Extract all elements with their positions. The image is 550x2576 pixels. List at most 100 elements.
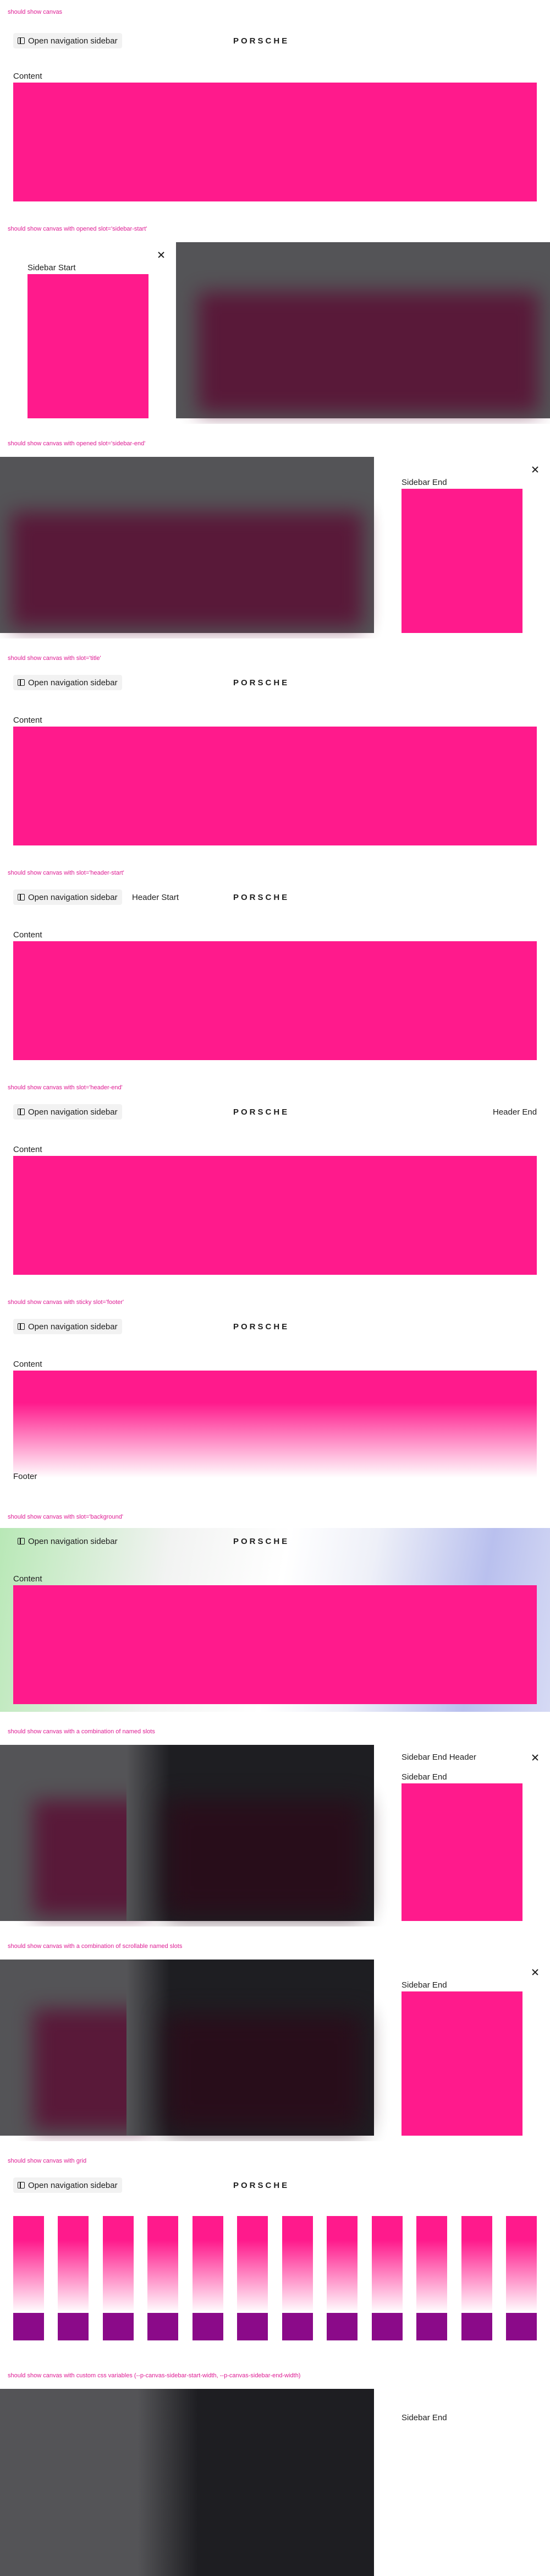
sidebar-icon: [18, 2182, 25, 2188]
section-title: should show canvas with grid: [8, 2158, 87, 2164]
nav-button-label: Open navigation sidebar: [28, 1322, 118, 1331]
section-title: should show canvas with slot='background…: [8, 1514, 123, 1520]
backdrop-blend: [127, 1960, 170, 2136]
grid-column-footer: [282, 2313, 313, 2340]
close-icon[interactable]: [528, 1750, 542, 1765]
content-area: [13, 1585, 537, 1704]
open-navigation-sidebar-button[interactable]: Open navigation sidebar: [13, 1533, 122, 1549]
grid-column-fill: [237, 2216, 268, 2313]
nav-button-label: Open navigation sidebar: [28, 1536, 118, 1546]
grid-column-fill: [13, 2216, 44, 2313]
section-sidebar-start: should show canvas with opened slot='sid…: [0, 215, 550, 424]
grid-column-footer: [147, 2313, 179, 2340]
open-navigation-sidebar-button[interactable]: Open navigation sidebar: [13, 2177, 122, 2193]
grid-column-footer: [416, 2313, 448, 2340]
sidebar-end-content: [402, 489, 522, 633]
section-combination-named-slots: should show canvas with a combination of…: [0, 1717, 550, 1926]
porsche-logo[interactable]: PORSCHE: [233, 678, 289, 687]
section-title: should show canvas with slot='header-end…: [8, 1084, 123, 1091]
grid-columns: [0, 2216, 550, 2343]
sidebar-icon: [18, 1323, 25, 1330]
content-area: [13, 1156, 537, 1275]
sidebar-start-label: Sidebar Start: [28, 263, 76, 272]
sidebar-icon: [18, 679, 25, 686]
nav-button-label: Open navigation sidebar: [28, 892, 118, 902]
grid-column-footer: [327, 2313, 358, 2340]
sidebar-end-label: Sidebar End: [402, 478, 447, 487]
dimmed-content: [11, 512, 363, 627]
section-title: should show canvas with opened slot='sid…: [8, 440, 146, 447]
close-icon[interactable]: [528, 462, 542, 477]
nav-button-label: Open navigation sidebar: [28, 2180, 118, 2190]
grid-column-fill: [327, 2216, 358, 2313]
content-label: Content: [13, 716, 42, 725]
section-background: should show canvas with slot='background…: [0, 1503, 550, 1712]
close-icon[interactable]: [154, 248, 168, 262]
open-navigation-sidebar-button[interactable]: Open navigation sidebar: [13, 33, 122, 48]
grid-column-footer: [237, 2313, 268, 2340]
sidebar-icon: [18, 894, 25, 900]
porsche-logo[interactable]: PORSCHE: [233, 1107, 289, 1117]
nav-button-label: Open navigation sidebar: [28, 678, 118, 687]
grid-column-footer: [506, 2313, 537, 2340]
porsche-logo[interactable]: PORSCHE: [233, 36, 289, 46]
dimmed-content: [165, 2015, 363, 2130]
section-title: should show canvas with a combination of…: [8, 1943, 183, 1950]
sidebar-end-content: [402, 1783, 522, 1921]
grid-column-fill: [58, 2216, 89, 2313]
grid-column-footer: [461, 2313, 492, 2340]
content-area: [13, 941, 537, 1060]
sidebar-end-label: Sidebar End: [402, 2413, 447, 2422]
section-sticky-footer: should show canvas with sticky slot='foo…: [0, 1288, 550, 1497]
section-title: should show canvas with opened slot='sid…: [8, 226, 147, 232]
section-grid: should show canvas with grid Open naviga…: [0, 2147, 550, 2356]
content-area: [13, 1371, 537, 1478]
sidebar-end-content: [402, 1991, 522, 2136]
section-combination-scrollable-slots: should show canvas with a combination of…: [0, 1932, 550, 2141]
section-title: should show canvas with slot='header-sta…: [8, 870, 124, 876]
section-title: should show canvas with a combination of…: [8, 1728, 155, 1735]
porsche-logo[interactable]: PORSCHE: [233, 2181, 289, 2190]
open-navigation-sidebar-button[interactable]: Open navigation sidebar: [13, 889, 122, 905]
header-end-label: Header End: [493, 1107, 537, 1117]
open-navigation-sidebar-button[interactable]: Open navigation sidebar: [13, 1319, 122, 1334]
grid-column-fill: [416, 2216, 448, 2313]
grid-column-fill: [102, 2216, 134, 2313]
content-label: Content: [13, 72, 42, 81]
dimmed-content: [165, 1800, 363, 1915]
grid-column-fill: [192, 2216, 223, 2313]
sidebar-icon: [18, 37, 25, 44]
section-title: should show canvas with sticky slot='foo…: [8, 1299, 124, 1306]
content-area: [13, 727, 537, 845]
dimmed-content: [198, 292, 539, 413]
grid-column-footer: [192, 2313, 223, 2340]
sidebar-icon: [18, 1109, 25, 1115]
grid-column-fill: [371, 2216, 403, 2313]
porsche-logo[interactable]: PORSCHE: [233, 893, 289, 902]
grid-column-fill: [461, 2216, 492, 2313]
close-icon[interactable]: [528, 1965, 542, 1979]
section-title: should show canvas with custom css varia…: [8, 2372, 301, 2379]
section-canvas: should show canvas Open navigation sideb…: [0, 0, 550, 209]
sidebar-start-content: [28, 274, 148, 418]
open-navigation-sidebar-button[interactable]: Open navigation sidebar: [13, 675, 122, 690]
open-navigation-sidebar-button[interactable]: Open navigation sidebar: [13, 1104, 122, 1120]
nav-button-label: Open navigation sidebar: [28, 36, 118, 46]
content-area: [13, 83, 537, 201]
sidebar-end-label: Sidebar End: [402, 1980, 447, 1990]
sidebar-icon: [18, 1538, 25, 1544]
backdrop-blend: [138, 2389, 198, 2576]
porsche-logo[interactable]: PORSCHE: [233, 1322, 289, 1331]
sidebar-end-header-label: Sidebar End Header: [402, 1753, 476, 1762]
content-label: Content: [13, 930, 42, 940]
nav-button-label: Open navigation sidebar: [28, 1107, 118, 1117]
grid-column-footer: [102, 2313, 134, 2340]
content-label: Content: [13, 1360, 42, 1369]
content-label: Content: [13, 1145, 42, 1154]
section-header-end: should show canvas with slot='header-end…: [0, 1073, 550, 1282]
backdrop-blend: [127, 1745, 170, 1921]
sidebar-end-label: Sidebar End: [402, 1772, 447, 1782]
grid-column-footer: [371, 2313, 403, 2340]
porsche-logo[interactable]: PORSCHE: [233, 1537, 289, 1546]
footer-label: Footer: [13, 1472, 37, 1481]
